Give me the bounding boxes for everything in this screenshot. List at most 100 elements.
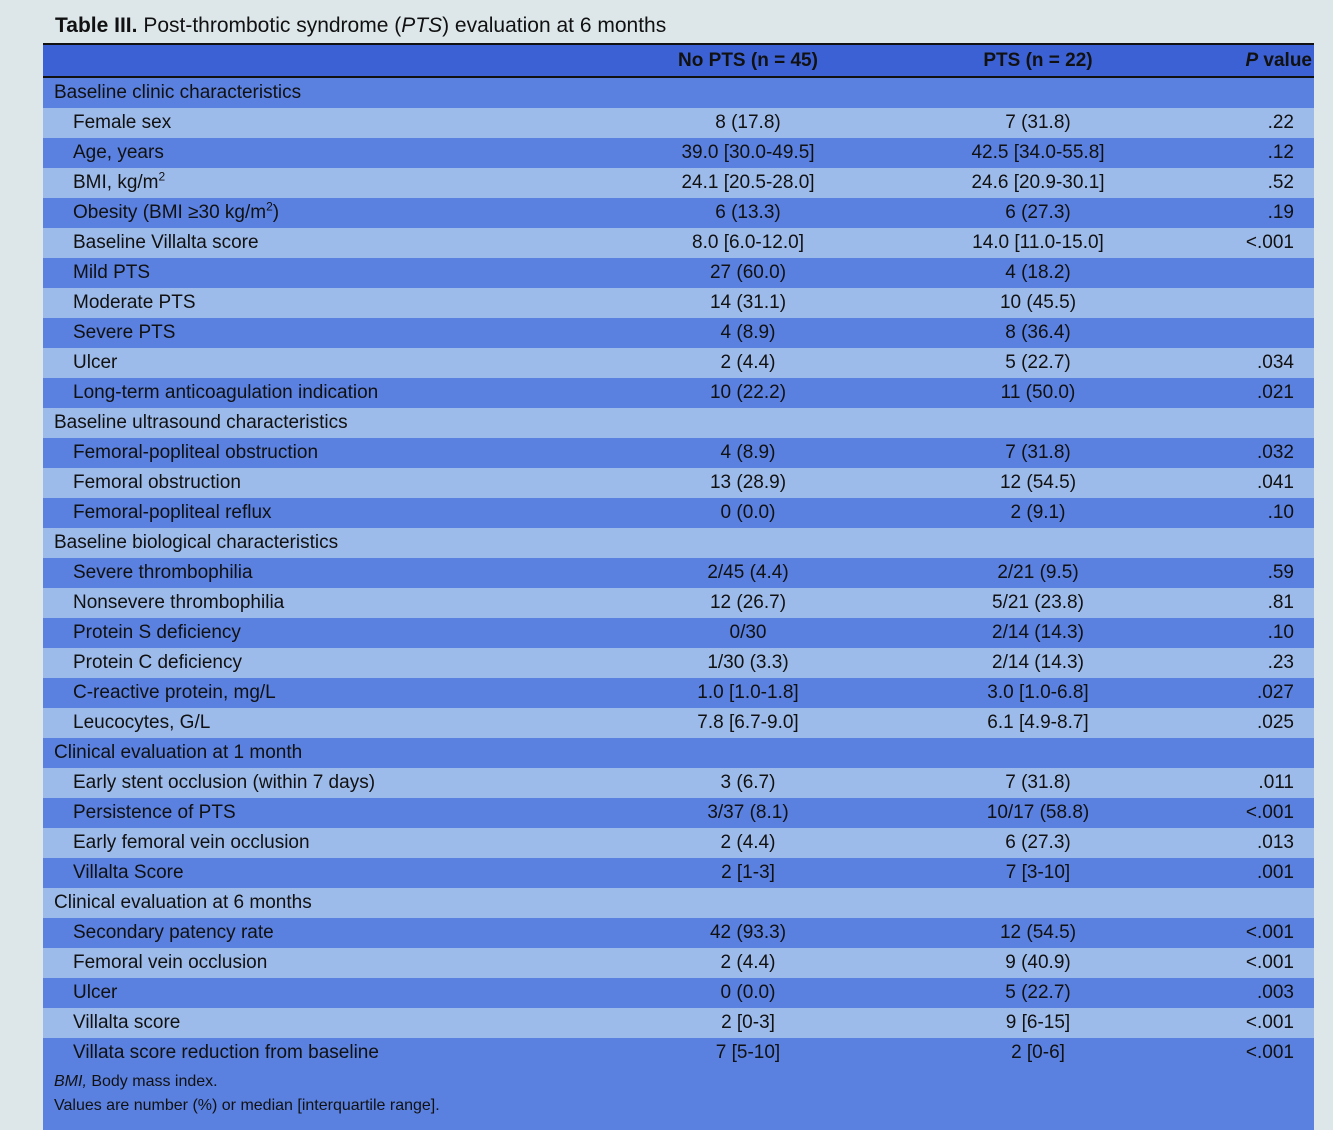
section-label: Baseline ultrasound characteristics [54,412,348,433]
p-value: .81 [1267,592,1294,613]
table-row: Villalta Score 2 [1-3] 7 [3-10] .001 [43,858,1314,888]
table-row: Moderate PTS 14 (31.1) 10 (45.5) [43,288,1314,318]
p-value: .011 [1258,772,1294,793]
value-no-pts: 2 (4.4) [720,352,776,373]
p-value: <.001 [1245,1042,1294,1063]
row-label: Long-term anticoagulation indication [73,382,379,403]
section-row: Baseline biological characteristics [43,528,1314,558]
value-no-pts: 8.0 [6.0-12.0] [692,232,804,253]
value-pts: 3.0 [1.0-6.8] [987,682,1089,703]
row-label: Baseline Villalta score [73,232,259,253]
table-header-row: No PTS (n = 45) PTS (n = 22) P value [43,45,1314,78]
value-pts: 7 (31.8) [1005,112,1071,133]
p-value: .013 [1257,832,1294,853]
p-value: .12 [1267,142,1294,163]
title-abbreviation: PTS [401,14,443,37]
value-no-pts: 39.0 [30.0-49.5] [681,142,815,163]
table-row: Severe PTS 4 (8.9) 8 (36.4) [43,318,1314,348]
p-value: .23 [1267,652,1294,673]
p-value: .10 [1267,502,1294,523]
value-pts: 8 (36.4) [1005,322,1071,343]
row-label: Leucocytes, G/L [73,712,211,733]
header-p-value: P value [1245,50,1312,71]
value-no-pts: 24.1 [20.5-28.0] [681,172,815,193]
value-pts: 7 [3-10] [1005,862,1071,883]
value-pts: 7 (31.8) [1005,442,1071,463]
value-no-pts: 7.8 [6.7-9.0] [697,712,799,733]
title-text-before: Post-thrombotic syndrome ( [143,14,402,37]
p-value: .041 [1257,472,1294,493]
value-no-pts: 0 (0.0) [720,982,776,1003]
table-row: Villalta score 2 [0-3] 9 [6-15] <.001 [43,1008,1314,1038]
value-pts: 5 (22.7) [1005,982,1071,1003]
value-no-pts: 3/37 (8.1) [707,802,789,823]
footnote-values: Values are number (%) or median [interqu… [54,1097,440,1114]
value-pts: 24.6 [20.9-30.1] [971,172,1105,193]
table-row: Secondary patency rate 42 (93.3) 12 (54.5)… [43,918,1314,948]
section-row: Baseline clinic characteristics [43,78,1314,108]
value-no-pts: 2 [0-3] [721,1012,775,1033]
table-row: Severe thrombophilia 2/45 (4.4) 2/21 (9.5)… [43,558,1314,588]
table-row: Protein C deficiency 1/30 (3.3) 2/14 (14.3… [43,648,1314,678]
value-pts: 10/17 (58.8) [986,802,1090,823]
value-no-pts: 4 (8.9) [720,322,776,343]
value-pts: 2 [0-6] [1011,1042,1065,1063]
p-value: <.001 [1245,232,1294,253]
p-value: <.001 [1245,952,1294,973]
value-no-pts: 8 (17.8) [715,112,781,133]
value-pts: 42.5 [34.0-55.8] [971,142,1105,163]
table-row: Leucocytes, G/L 7.8 [6.7-9.0] 6.1 [4.9-8.7… [43,708,1314,738]
row-label: Nonsevere thrombophilia [73,592,285,613]
value-pts: 14.0 [11.0-15.0] [972,232,1104,253]
p-value: .034 [1257,352,1294,373]
row-label: Ulcer [73,352,118,373]
p-value: .027 [1257,682,1294,703]
value-no-pts: 0/30 [729,622,767,643]
value-no-pts: 13 (28.9) [709,472,787,493]
row-label: Early stent occlusion (within 7 days) [73,772,376,793]
row-label: Protein C deficiency [73,652,242,673]
row-label: Villata score reduction from baseline [73,1042,379,1063]
table-title: Table III. Post-thrombotic syndrome (PTS… [55,12,666,40]
row-label: Villalta Score [73,862,184,883]
table-row: BMI, kg/m2 24.1 [20.5-28.0] 24.6 [20.9-30.… [43,168,1314,198]
row-label: Femoral vein occlusion [73,952,268,973]
row-label: Female sex [73,112,172,133]
table-row: Femoral obstruction 13 (28.9) 12 (54.5) .04… [43,468,1314,498]
table-row: Villata score reduction from baseline 7 [… [43,1038,1314,1068]
row-label: Severe thrombophilia [73,562,253,583]
table-row: Femoral vein occlusion 2 (4.4) 9 (40.9) <.0… [43,948,1314,978]
value-no-pts: 1/30 (3.3) [707,652,789,673]
value-pts: 5 (22.7) [1005,352,1071,373]
p-value: <.001 [1245,922,1294,943]
table-footnotes: BMI, Body mass index. Values are number … [43,1068,1314,1130]
value-pts: 10 (45.5) [999,292,1077,313]
p-value: .10 [1267,622,1294,643]
header-no-pts: No PTS (n = 45) [678,50,818,71]
p-value: .001 [1257,862,1294,883]
value-pts: 5/21 (23.8) [992,592,1084,613]
row-label: Early femoral vein occlusion [73,832,310,853]
value-pts: 9 (40.9) [1005,952,1071,973]
value-no-pts: 10 (22.2) [709,382,787,403]
value-no-pts: 42 (93.3) [709,922,787,943]
data-table: No PTS (n = 45) PTS (n = 22) P value Bas… [43,43,1314,1130]
p-value: .025 [1257,712,1294,733]
section-row: Clinical evaluation at 1 month [43,738,1314,768]
table-body: Baseline clinic characteristics Female se… [43,78,1314,1068]
row-label: Femoral obstruction [73,472,241,493]
value-pts: 2/14 (14.3) [992,622,1084,643]
row-label: Persistence of PTS [73,802,236,823]
value-pts: 6 (27.3) [1005,202,1071,223]
row-label: Severe PTS [73,322,176,343]
value-no-pts: 12 (26.7) [709,592,787,613]
value-no-pts: 2 [1-3] [721,862,775,883]
value-no-pts: 2 (4.4) [720,952,776,973]
row-label: Villalta score [73,1012,181,1033]
table-row: Early stent occlusion (within 7 days) 3 (… [43,768,1314,798]
value-pts: 12 (54.5) [999,922,1077,943]
table-row: Long-term anticoagulation indication 10 (… [43,378,1314,408]
p-value: .032 [1257,442,1294,463]
p-value: <.001 [1245,802,1294,823]
value-no-pts: 4 (8.9) [720,442,776,463]
